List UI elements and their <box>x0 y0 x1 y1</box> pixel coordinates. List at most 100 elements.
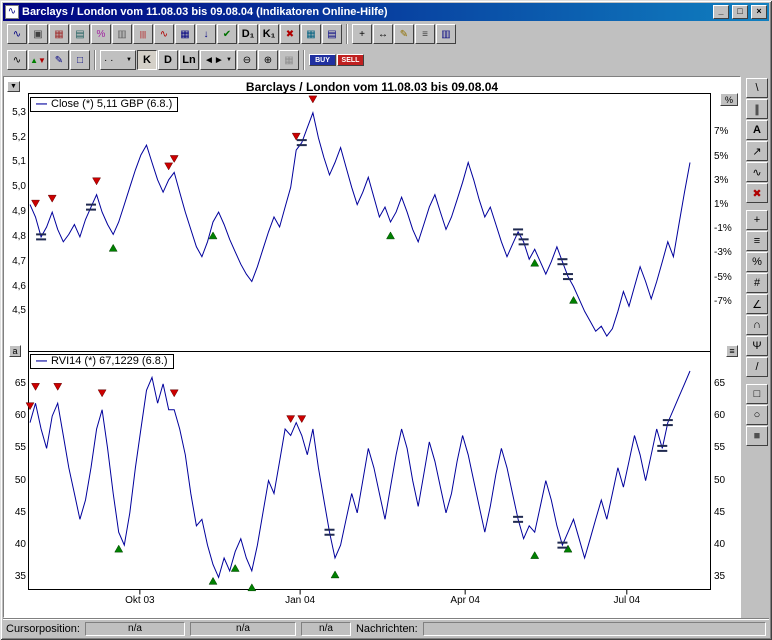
ellipse-icon[interactable]: ○ <box>746 405 768 425</box>
notes-icon[interactable]: ≡ <box>415 24 435 44</box>
axis-tick-label: 60 <box>714 411 742 421</box>
flat-marker <box>297 144 307 146</box>
x-axis-label: Jan 04 <box>270 595 330 606</box>
flat-marker <box>557 542 567 544</box>
list-icon[interactable]: ▤ <box>322 24 342 44</box>
minimize-button[interactable]: _ <box>713 5 729 19</box>
buy-marker <box>115 545 123 552</box>
new-chart-icon[interactable]: ∿ <box>7 24 27 44</box>
sell-marker <box>32 200 40 207</box>
d1-button[interactable]: D₁ <box>238 24 258 44</box>
k1-button[interactable]: K₁ <box>259 24 279 44</box>
axis-tick-label: 4,6 <box>4 282 26 292</box>
arrow-tool-icon[interactable]: ↗ <box>746 141 768 161</box>
rectangle-icon[interactable]: □ <box>746 384 768 404</box>
axis-tick-label: 45 <box>714 508 742 518</box>
k-chart-button[interactable]: K <box>137 50 157 70</box>
frame-icon[interactable]: □ <box>70 50 90 70</box>
flat-marker <box>36 238 46 240</box>
window-title: Barclays / London vom 11.08.03 bis 09.08… <box>22 6 710 18</box>
parallel-lines-icon[interactable]: ∥ <box>746 99 768 119</box>
layout-icon[interactable]: ▥ <box>436 24 456 44</box>
buy-marker <box>531 259 539 266</box>
axis-tick-label: 50 <box>4 476 26 486</box>
messages-label: Nachrichten: <box>356 623 418 635</box>
flat-marker <box>663 419 673 421</box>
zoom-out-icon[interactable]: ⊖ <box>237 50 257 70</box>
zoom-in-icon[interactable]: ⊕ <box>258 50 278 70</box>
axis-tick-label: 7% <box>714 127 742 137</box>
percent-lines-icon[interactable]: % <box>746 252 768 272</box>
quotes-icon[interactable]: ▦ <box>49 24 69 44</box>
drawing-tools-palette: \∥A↗∿✖ +≡%#∠∩Ψ/ □○■ <box>744 78 770 446</box>
print-icon[interactable]: ▥ <box>112 24 132 44</box>
export-icon[interactable]: ↓ <box>196 24 216 44</box>
price-legend-label: Close (*) 5,11 GBP (6.8.) <box>51 98 172 111</box>
volume-bars-icon[interactable]: ||| <box>133 24 153 44</box>
ln-scale-button[interactable]: Ln <box>179 50 199 70</box>
chart-plot-area[interactable] <box>4 77 742 619</box>
maximize-button[interactable]: □ <box>732 5 748 19</box>
sell-marker <box>170 390 178 397</box>
copy-icon[interactable]: ▣ <box>28 24 48 44</box>
sell-button[interactable]: SELL <box>337 54 364 66</box>
fibonacci-icon[interactable]: ≡ <box>746 231 768 251</box>
move-icon[interactable]: ↔ <box>373 24 393 44</box>
x-axis-label: Jul 04 <box>597 595 657 606</box>
apply-icon[interactable]: ✔ <box>217 24 237 44</box>
axis-tick-label: 55 <box>4 443 26 453</box>
regression-icon[interactable]: / <box>746 357 768 377</box>
flat-marker <box>36 233 46 235</box>
x-axis-label: Apr 04 <box>435 595 495 606</box>
axis-tick-label: 50 <box>714 476 742 486</box>
delete-indicator-icon[interactable]: ✖ <box>280 24 300 44</box>
text-tool-icon[interactable]: A <box>746 120 768 140</box>
flat-marker <box>86 204 96 206</box>
d-chart-button[interactable]: D <box>158 50 178 70</box>
buy-marker <box>248 584 256 591</box>
axis-tick-label: 4,5 <box>4 306 26 316</box>
scroll-select-value: ◄► <box>204 55 224 66</box>
close-button[interactable]: × <box>751 5 767 19</box>
signals-icon[interactable]: ▲▼ <box>28 50 48 70</box>
axis-tick-label: -7% <box>714 297 742 307</box>
pen-icon[interactable]: ✎ <box>394 24 414 44</box>
table-icon[interactable]: ▦ <box>301 24 321 44</box>
indicator-chart-icon[interactable]: ∿ <box>154 24 174 44</box>
main-toolbar: ∿▣▦▤%▥|||∿▦↓✔D₁K₁✖▦▤+↔✎≡▥ <box>3 21 769 47</box>
percent-icon[interactable]: % <box>91 24 111 44</box>
axis-tick-label: 5% <box>714 152 742 162</box>
flat-marker <box>557 263 567 265</box>
crosshair-icon[interactable]: + <box>352 24 372 44</box>
buy-marker <box>109 244 117 251</box>
cycle-icon[interactable]: ∩ <box>746 315 768 335</box>
buy-button[interactable]: BUY <box>309 54 336 66</box>
scroll-select[interactable]: ◄►▼ <box>200 50 236 70</box>
curve-tool-icon[interactable]: ∿ <box>746 162 768 182</box>
zigzag-icon[interactable]: ∿ <box>7 50 27 70</box>
crosshair-tool-icon[interactable]: + <box>746 210 768 230</box>
flat-marker <box>657 450 667 452</box>
rvi-legend-label: RVI14 (*) 67,1229 (6.8.) <box>51 355 168 368</box>
portfolio-icon[interactable]: ▤ <box>70 24 90 44</box>
channel-icon[interactable]: ∠ <box>746 294 768 314</box>
rvi-legend[interactable]: — RVI14 (*) 67,1229 (6.8.) <box>30 354 174 369</box>
data-table-icon[interactable]: ▦ <box>175 24 195 44</box>
price-legend[interactable]: — Close (*) 5,11 GBP (6.8.) <box>30 97 178 112</box>
grid-icon[interactable]: # <box>746 273 768 293</box>
draw-icon[interactable]: ✎ <box>49 50 69 70</box>
flat-marker <box>563 273 573 275</box>
delete-drawing-icon[interactable]: ✖ <box>746 183 768 203</box>
rvi-line <box>30 371 690 577</box>
app-icon[interactable]: ∿ <box>5 5 19 19</box>
line-style-select[interactable]: · ·▼ <box>100 50 136 70</box>
pitchfork-icon[interactable]: Ψ <box>746 336 768 356</box>
axis-tick-label: 55 <box>714 443 742 453</box>
sell-signal-glyph: ▼ <box>38 56 46 65</box>
buy-marker <box>209 577 217 584</box>
flat-marker <box>657 445 667 447</box>
trendline-icon[interactable]: \ <box>746 78 768 98</box>
price-line <box>30 113 690 336</box>
filled-rectangle-icon[interactable]: ■ <box>746 426 768 446</box>
zoom-range-icon[interactable]: ▦ <box>279 50 299 70</box>
